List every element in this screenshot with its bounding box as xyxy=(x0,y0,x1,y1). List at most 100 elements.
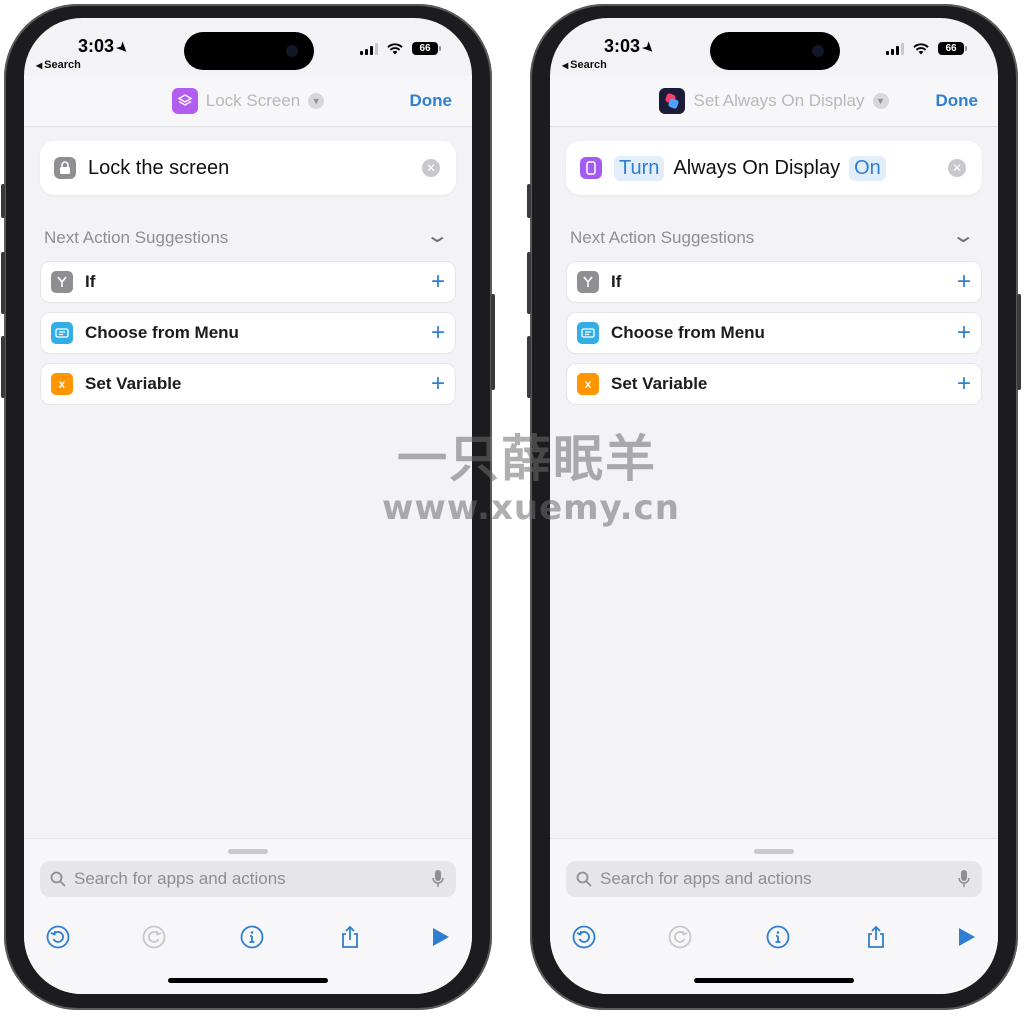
action-set-always-on-display[interactable]: Turn Always On Display On ✕ xyxy=(566,141,982,195)
action-button xyxy=(1,184,5,218)
shortcut-title: Lock Screen xyxy=(205,91,301,110)
branch-icon xyxy=(51,271,73,293)
suggestions-header: Next Action Suggestions xyxy=(44,228,229,247)
bottom-panel: Search for apps and actions xyxy=(24,838,472,994)
cellular-signal-icon xyxy=(360,42,378,55)
add-icon[interactable]: + xyxy=(431,268,445,296)
panel-grabber[interactable] xyxy=(228,849,268,854)
add-icon[interactable]: + xyxy=(431,319,445,347)
share-icon xyxy=(342,925,358,948)
status-icons: 66 xyxy=(886,42,967,55)
add-icon[interactable]: + xyxy=(957,370,971,398)
search-placeholder: Search for apps and actions xyxy=(600,869,812,888)
suggestion-choose-from-menu[interactable]: Choose from Menu + xyxy=(40,312,456,354)
suggestion-choose-from-menu[interactable]: Choose from Menu + xyxy=(566,312,982,354)
home-indicator xyxy=(694,978,854,983)
screen: 3:03➤ ◀ Search 66 Set Always On Display ▼… xyxy=(550,18,998,994)
suggestion-if[interactable]: If + xyxy=(566,261,982,303)
microphone-icon[interactable] xyxy=(958,869,970,889)
suggestion-set-variable[interactable]: x Set Variable + xyxy=(40,363,456,405)
branch-icon xyxy=(577,271,599,293)
search-icon xyxy=(50,871,66,887)
info-button[interactable] xyxy=(238,923,266,951)
suggestion-label: Set Variable xyxy=(611,374,708,393)
volume-up-button xyxy=(527,252,531,314)
play-icon xyxy=(959,928,975,946)
redo-icon xyxy=(142,925,166,949)
run-button[interactable] xyxy=(952,923,980,951)
share-button[interactable] xyxy=(862,923,890,951)
suggestion-label: If xyxy=(611,272,622,291)
suggestion-if[interactable]: If + xyxy=(40,261,456,303)
search-icon xyxy=(576,871,592,887)
done-button[interactable]: Done xyxy=(410,91,453,111)
info-button[interactable] xyxy=(764,923,792,951)
layers-icon xyxy=(171,88,198,114)
battery-icon: 66 xyxy=(938,42,967,55)
info-icon xyxy=(766,925,790,949)
phone-frame-right: 3:03➤ ◀ Search 66 Set Always On Display ▼… xyxy=(527,4,1021,1010)
add-icon[interactable]: + xyxy=(957,268,971,296)
run-button[interactable] xyxy=(426,923,454,951)
undo-icon xyxy=(572,925,596,949)
done-button[interactable]: Done xyxy=(936,91,979,111)
back-triangle-icon: ◀ xyxy=(36,61,43,70)
status-time: 3:03➤ xyxy=(78,36,132,57)
location-arrow-icon: ➤ xyxy=(113,38,132,57)
volume-up-button xyxy=(1,252,5,314)
back-to-search-link[interactable]: ◀ Search xyxy=(36,59,81,71)
info-icon xyxy=(240,925,264,949)
state-parameter-token[interactable]: On xyxy=(849,155,886,181)
search-input[interactable]: Search for apps and actions xyxy=(40,861,456,897)
dynamic-island xyxy=(184,32,314,70)
action-button xyxy=(527,184,531,218)
turn-parameter-token[interactable]: Turn xyxy=(614,155,665,181)
action-lock-screen[interactable]: Lock the screen ✕ xyxy=(40,141,456,195)
wifi-icon xyxy=(913,42,929,54)
share-button[interactable] xyxy=(336,923,364,951)
shortcut-title: Set Always On Display xyxy=(693,91,865,110)
chevron-down-icon: ▼ xyxy=(308,93,325,109)
play-icon xyxy=(433,928,449,946)
dynamic-island xyxy=(710,32,840,70)
suggestion-label: Set Variable xyxy=(85,374,182,393)
undo-button[interactable] xyxy=(44,923,72,951)
home-indicator xyxy=(168,978,328,983)
shortcuts-icon xyxy=(659,88,686,114)
volume-down-button xyxy=(1,336,5,398)
variable-icon: x xyxy=(51,373,73,395)
back-triangle-icon: ◀ xyxy=(562,61,569,70)
redo-button[interactable] xyxy=(666,923,694,951)
search-input[interactable]: Search for apps and actions xyxy=(566,861,982,897)
suggestions-header: Next Action Suggestions xyxy=(570,228,755,247)
undo-button[interactable] xyxy=(570,923,598,951)
chevron-down-icon: ▼ xyxy=(872,93,889,109)
toolbar xyxy=(24,917,472,957)
suggestion-set-variable[interactable]: x Set Variable + xyxy=(566,363,982,405)
collapse-chevron-icon[interactable]: ⌄ xyxy=(425,223,450,248)
microphone-icon[interactable] xyxy=(432,869,444,889)
add-icon[interactable]: + xyxy=(957,319,971,347)
suggestion-label: Choose from Menu xyxy=(611,323,765,342)
share-icon xyxy=(868,925,884,948)
menu-icon xyxy=(51,322,73,344)
redo-button[interactable] xyxy=(140,923,168,951)
location-arrow-icon: ➤ xyxy=(639,38,658,57)
toolbar xyxy=(550,917,998,957)
back-to-search-link[interactable]: ◀ Search xyxy=(562,59,607,71)
cellular-signal-icon xyxy=(886,42,904,55)
shortcut-title-menu[interactable]: Set Always On Display ▼ xyxy=(550,88,998,114)
phone-icon xyxy=(580,157,602,179)
remove-action-icon[interactable]: ✕ xyxy=(948,159,966,177)
panel-grabber[interactable] xyxy=(754,849,794,854)
collapse-chevron-icon[interactable]: ⌄ xyxy=(951,223,976,248)
remove-action-icon[interactable]: ✕ xyxy=(422,159,440,177)
screen: 3:03➤ ◀ Search 66 Lock Screen ▼ Done Lock… xyxy=(24,18,472,994)
redo-icon xyxy=(668,925,692,949)
side-button xyxy=(1017,294,1021,390)
lock-icon xyxy=(54,157,76,179)
add-icon[interactable]: + xyxy=(431,370,445,398)
undo-icon xyxy=(46,925,70,949)
shortcut-title-menu[interactable]: Lock Screen ▼ xyxy=(24,88,472,114)
status-icons: 66 xyxy=(360,42,441,55)
